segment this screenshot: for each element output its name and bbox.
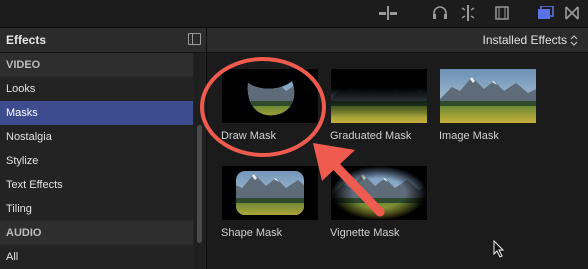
category-section-audio[interactable]: AUDIO [0, 221, 193, 245]
category-item-all[interactable]: All [0, 245, 193, 269]
sidebar-title: Effects [6, 33, 47, 47]
filmstrip-icon[interactable] [492, 4, 512, 22]
effect-thumbnail-image-mask[interactable] [440, 69, 536, 123]
browser-toggle-icon[interactable] [536, 4, 556, 22]
effect-thumbnail-draw-mask[interactable] [222, 69, 318, 123]
effect-label: Vignette Mask [330, 227, 400, 239]
category-item-stylize[interactable]: Stylize [0, 149, 193, 173]
effect-thumbnail-graduated-mask[interactable] [331, 69, 427, 123]
effect-thumbnail-shape-mask[interactable] [222, 166, 318, 220]
category-section-video[interactable]: VIDEO [0, 53, 193, 77]
up-down-chevron-icon [570, 34, 578, 46]
category-item-looks[interactable]: Looks [0, 77, 193, 101]
clip-skimming-icon[interactable] [458, 4, 478, 22]
headphones-icon[interactable] [430, 4, 450, 22]
mouse-pointer-icon [493, 240, 505, 258]
category-item-nostalgia[interactable]: Nostalgia [0, 125, 193, 149]
installed-effects-popup[interactable]: Installed Effects [483, 33, 579, 47]
effect-label: Shape Mask [221, 227, 283, 239]
transitions-icon[interactable] [562, 4, 582, 22]
top-toolbar [0, 0, 588, 28]
audio-skimming-icon[interactable] [378, 4, 398, 22]
sidebar-toggle-icon[interactable] [188, 33, 201, 45]
category-item-text-effects[interactable]: Text Effects [0, 173, 193, 197]
sidebar-header: Effects [0, 28, 206, 53]
category-item-tiling[interactable]: Tiling [0, 197, 193, 221]
installed-effects-label: Installed Effects [482, 33, 568, 47]
effect-label: Draw Mask [221, 130, 277, 142]
effect-label: Image Mask [439, 130, 499, 142]
category-item-masks[interactable]: Masks [0, 101, 193, 125]
effect-label: Graduated Mask [330, 130, 412, 142]
effect-thumbnail-vignette-mask[interactable] [331, 166, 427, 220]
sidebar-scrollbar-thumb[interactable] [197, 125, 202, 243]
browser-header: Installed Effects [207, 28, 588, 53]
